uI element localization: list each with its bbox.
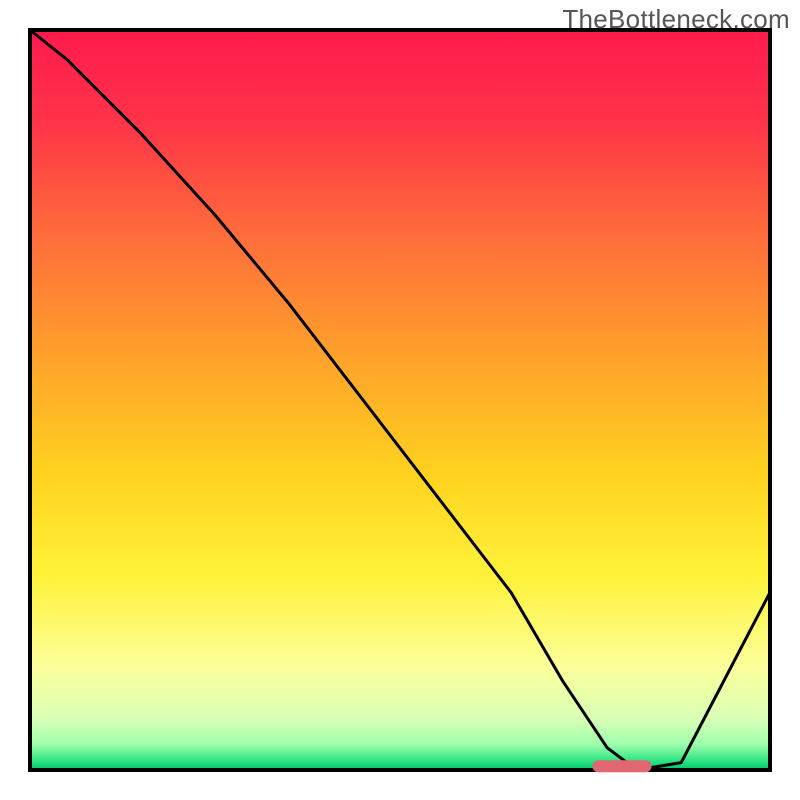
chart-svg bbox=[0, 0, 800, 800]
bottleneck-chart: TheBottleneck.com bbox=[0, 0, 800, 800]
optimal-marker bbox=[592, 760, 651, 772]
gradient-background bbox=[30, 30, 770, 770]
watermark-label: TheBottleneck.com bbox=[562, 4, 790, 35]
